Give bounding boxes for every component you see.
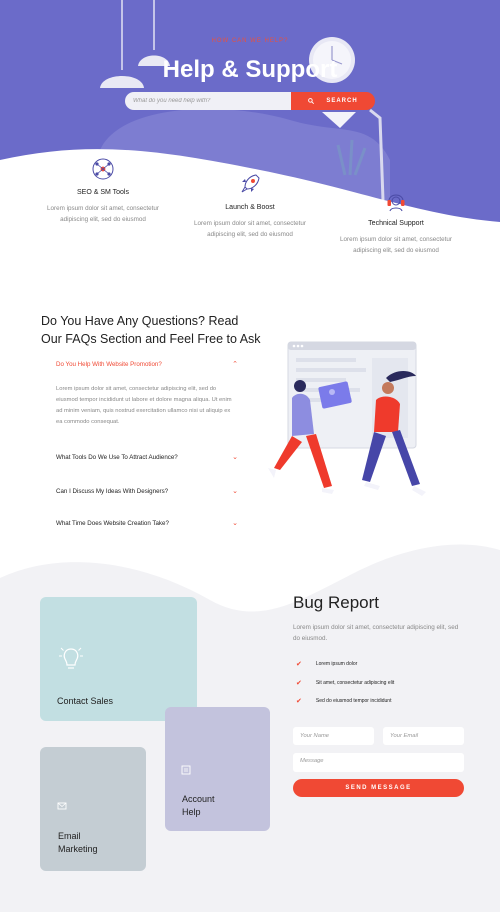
feature-technical-support: Technical Support Lorem ipsum dolor sit … bbox=[326, 187, 466, 256]
card-label: Account Help bbox=[182, 794, 215, 817]
search-button[interactable]: SEARCH bbox=[291, 92, 375, 110]
feature-text: Lorem ipsum dolor sit amet, consectetur … bbox=[47, 205, 159, 223]
check-icon: ✔ bbox=[296, 661, 302, 668]
faq-item[interactable]: Do You Help With Website Promotion? ⌃ bbox=[56, 360, 238, 369]
feature-text: Lorem ipsum dolor sit amet, consectetur … bbox=[340, 236, 452, 254]
faq-question: What Tools Do We Use To Attract Audience… bbox=[56, 453, 178, 461]
document-icon bbox=[181, 765, 191, 775]
feature-seo-tools: SEO & SM Tools Lorem ipsum dolor sit ame… bbox=[33, 156, 173, 225]
chevron-up-icon: ⌃ bbox=[232, 361, 238, 368]
chevron-down-icon: ⌄ bbox=[232, 520, 238, 527]
checklist-text: Lorem ipsum dolor bbox=[315, 661, 358, 667]
send-message-button[interactable]: SEND MESSAGE bbox=[293, 779, 464, 797]
feature-title: Technical Support bbox=[368, 220, 424, 227]
search-button-label: SEARCH bbox=[326, 98, 358, 104]
faq-answer: Lorem ipsum dolor sit amet, consectetur … bbox=[56, 386, 232, 425]
rocket-icon bbox=[241, 174, 260, 193]
bug-report-title: Bug Report bbox=[293, 593, 379, 612]
chevron-down-icon: ⌄ bbox=[232, 454, 238, 461]
email-field[interactable] bbox=[383, 727, 464, 745]
email-marketing-card[interactable]: Email Marketing bbox=[40, 747, 146, 871]
check-icon: ✔ bbox=[296, 698, 302, 705]
name-field[interactable] bbox=[293, 727, 374, 745]
headset-icon bbox=[387, 194, 405, 212]
page-title: Help & Support bbox=[162, 56, 338, 83]
search-bar: SEARCH bbox=[125, 92, 375, 110]
search-input[interactable] bbox=[125, 92, 291, 110]
feature-text: Lorem ipsum dolor sit amet, consectetur … bbox=[194, 220, 306, 238]
checklist-item: ✔ Lorem ipsum dolor bbox=[296, 660, 357, 668]
envelope-icon bbox=[57, 802, 67, 810]
faq-question: Can I Discuss My Ideas With Designers? bbox=[56, 487, 169, 495]
faq-question: What Time Does Website Creation Take? bbox=[56, 519, 169, 527]
feature-title: SEO & SM Tools bbox=[76, 189, 129, 196]
hero-eyebrow: HOW CAN WE HELP? bbox=[211, 38, 289, 44]
checklist-text: Sed do eiusmod tempor incididunt bbox=[315, 698, 392, 704]
message-field[interactable] bbox=[293, 753, 464, 772]
card-label: Email Marketing bbox=[58, 831, 98, 854]
faq-item[interactable]: Can I Discuss My Ideas With Designers? ⌄ bbox=[56, 487, 238, 496]
faq-item[interactable]: What Time Does Website Creation Take? ⌄ bbox=[56, 519, 238, 528]
lightbulb-icon bbox=[59, 647, 83, 669]
feature-launch-boost: Launch & Boost Lorem ipsum dolor sit ame… bbox=[180, 171, 320, 240]
feature-title: Launch & Boost bbox=[225, 204, 275, 211]
faq-question: Do You Help With Website Promotion? bbox=[56, 360, 162, 368]
network-icon bbox=[92, 158, 114, 180]
checklist-text: Sit amet, consectetur adipiscing elit bbox=[315, 680, 395, 686]
faq-item[interactable]: What Tools Do We Use To Attract Audience… bbox=[56, 453, 238, 462]
search-icon bbox=[308, 98, 315, 104]
contact-sales-card[interactable]: Contact Sales bbox=[40, 597, 197, 721]
faq-heading: Do You Have Any Questions? Read Our FAQs… bbox=[41, 314, 261, 346]
check-icon: ✔ bbox=[296, 680, 302, 687]
bug-report-description: Lorem ipsum dolor sit amet, consectetur … bbox=[293, 624, 459, 642]
checklist-item: ✔ Sed do eiusmod tempor incididunt bbox=[296, 697, 391, 705]
card-label: Contact Sales bbox=[57, 696, 114, 706]
chevron-down-icon: ⌄ bbox=[232, 488, 238, 495]
checklist-item: ✔ Sit amet, consectetur adipiscing elit bbox=[296, 679, 394, 687]
account-help-card[interactable]: Account Help bbox=[165, 707, 270, 831]
faq-illustration bbox=[268, 341, 426, 496]
